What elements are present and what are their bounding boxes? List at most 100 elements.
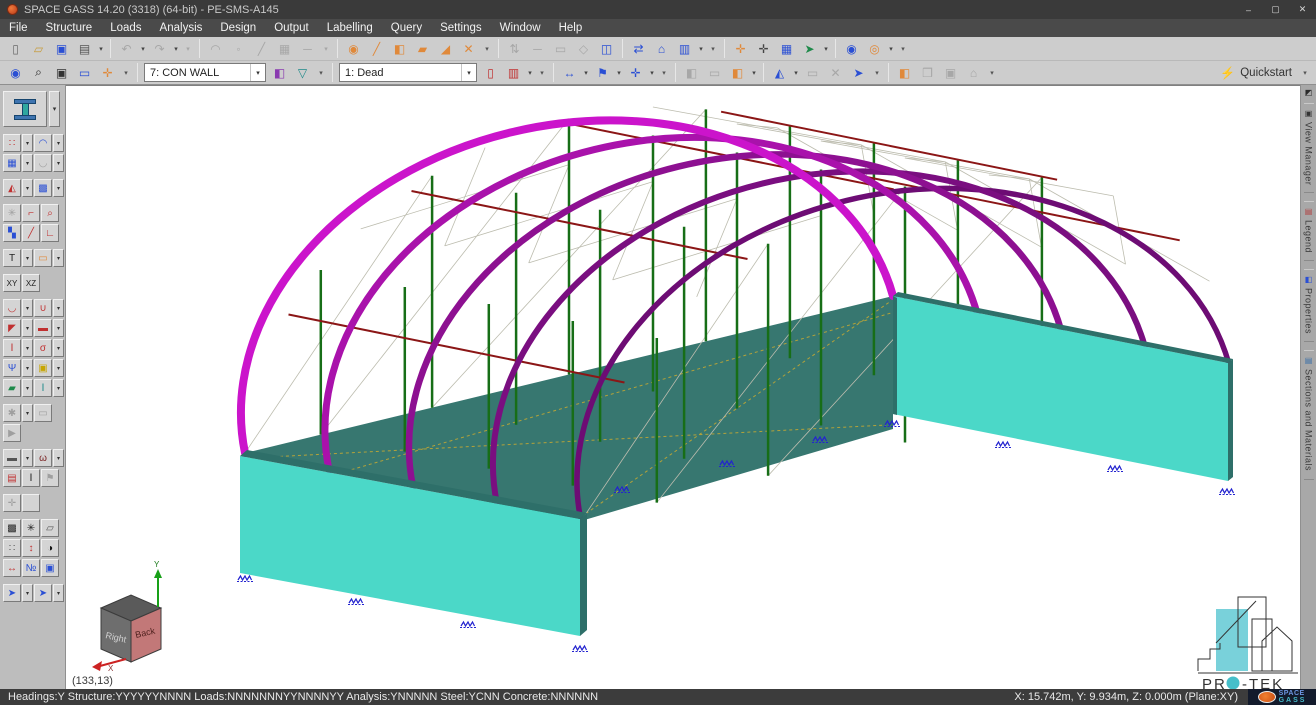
arc-members-dropdown[interactable]: ▾ — [22, 299, 33, 317]
display-shaded-dropdown[interactable]: ▾ — [791, 63, 801, 83]
menu-item-settings[interactable]: Settings — [431, 19, 491, 37]
shrink-members-button[interactable]: ◧ — [894, 63, 915, 83]
menu-item-window[interactable]: Window — [491, 19, 550, 37]
mesh-tool-dropdown[interactable]: ▾ — [53, 179, 64, 197]
beam-dimension-button[interactable]: Ⅰ — [22, 469, 40, 487]
support-posts-button[interactable]: Ψ — [3, 359, 21, 377]
render-toggle-button[interactable]: ◑ — [41, 539, 59, 557]
arches-tool-button[interactable]: ◠ — [34, 134, 52, 152]
pill-tool-button[interactable]: ▬ — [3, 449, 21, 467]
snapshot-button[interactable]: ▣ — [51, 63, 72, 83]
more-filter-dropdown[interactable]: ▾ — [315, 63, 327, 83]
menu-item-design[interactable]: Design — [211, 19, 265, 37]
offset-tool-button[interactable]: ∟ — [41, 224, 59, 242]
menu-item-help[interactable]: Help — [550, 19, 592, 37]
select-cut-button[interactable]: ✕ — [458, 39, 479, 59]
moment-tool-button[interactable]: ω — [34, 449, 52, 467]
wand-orange-button[interactable]: ✛ — [730, 39, 751, 59]
renderer-button[interactable]: ➤ — [799, 39, 820, 59]
new-file-button[interactable]: ▯ — [5, 39, 26, 59]
move-structure-dropdown[interactable]: ▾ — [696, 39, 706, 59]
portal-frame-dropdown[interactable]: ▾ — [53, 299, 64, 317]
more-view-dropdown[interactable]: ▾ — [120, 63, 132, 83]
anchor-tool-dropdown[interactable]: ▾ — [22, 404, 33, 422]
pan-button[interactable]: ✛ — [97, 63, 118, 83]
numbers-toggle-button[interactable]: № — [22, 559, 40, 577]
area-loads-tool-dropdown[interactable]: ▾ — [22, 179, 33, 197]
close-button[interactable]: ✕ — [1289, 1, 1316, 18]
select-members-button[interactable]: ╱ — [366, 39, 387, 59]
moving-load-button[interactable]: ▥ — [503, 63, 524, 83]
paste-properties-button[interactable]: ◎ — [864, 39, 885, 59]
menu-item-loads[interactable]: Loads — [101, 19, 150, 37]
text-tool-button[interactable]: T — [3, 249, 21, 267]
display-shaded-button[interactable]: ◭ — [769, 63, 790, 83]
dimension-tool-button[interactable]: ▭ — [34, 249, 52, 267]
viewport-svg[interactable]: Right Back Y X PR -TEK Local Professiona… — [66, 86, 1300, 690]
spring-supports-button[interactable]: ▣ — [34, 359, 52, 377]
tab-sections-and-materials[interactable]: ▤Sections and Materials — [1304, 350, 1314, 479]
rect-frame-dropdown[interactable]: ▾ — [53, 319, 64, 337]
section-combo[interactable]: 7: CON WALL▾ — [144, 63, 266, 82]
standard-structure-button[interactable]: ⌂ — [651, 39, 672, 59]
dimension-tool-dropdown[interactable]: ▾ — [53, 249, 64, 267]
more-panels-dropdown[interactable]: ▾ — [986, 63, 998, 83]
snap-points-button[interactable]: ✳ — [22, 519, 40, 537]
sections-library-dropdown[interactable]: ▾ — [53, 379, 64, 397]
curves-tool-dropdown[interactable]: ▾ — [53, 154, 64, 172]
more-select-dropdown[interactable]: ▾ — [481, 39, 493, 59]
copy-loads-button[interactable]: ◧ — [727, 63, 748, 83]
zoom-node-tool-button[interactable]: ⌕ — [41, 204, 59, 222]
node-loads-dropdown[interactable]: ▾ — [647, 63, 657, 83]
distributed-loads-dropdown[interactable]: ▾ — [581, 63, 591, 83]
node-loads-button[interactable]: ✛ — [625, 63, 646, 83]
loadcase-combo[interactable]: 1: Dead▾ — [339, 63, 477, 82]
more-loadcase-dropdown[interactable]: ▾ — [536, 63, 548, 83]
orientation-cube[interactable]: Right Back Y X — [92, 560, 162, 673]
copy-loads-dropdown[interactable]: ▾ — [749, 63, 759, 83]
open-file-button[interactable]: ▱ — [28, 39, 49, 59]
plates-library-dropdown[interactable]: ▾ — [22, 379, 33, 397]
menu-item-file[interactable]: File — [0, 19, 37, 37]
select-nodes-button[interactable]: ◉ — [343, 39, 364, 59]
section-layers-button[interactable]: ◧ — [269, 63, 290, 83]
pitched-frame-dropdown[interactable]: ▾ — [22, 319, 33, 337]
redo-dropdown[interactable]: ▾ — [171, 39, 181, 59]
undo-dropdown[interactable]: ▾ — [138, 39, 148, 59]
rect-frame-button[interactable]: ▬ — [34, 319, 52, 337]
beam-members-button[interactable]: Ⅰ — [3, 339, 21, 357]
pill-tool-dropdown[interactable]: ▾ — [22, 449, 33, 467]
save-file-button[interactable]: ▣ — [51, 39, 72, 59]
copy-properties-button[interactable]: ◉ — [841, 39, 862, 59]
find-button[interactable]: ⌕ — [28, 63, 49, 83]
grid-tool-dropdown[interactable]: ▾ — [22, 154, 33, 172]
snap-grid-button[interactable]: ▩ — [3, 519, 21, 537]
loadcase-info-button[interactable]: ▯ — [480, 63, 501, 83]
more-quickstart-dropdown[interactable]: ▾ — [1299, 63, 1311, 83]
filter-button[interactable]: ▽ — [292, 63, 313, 83]
spring-supports-dropdown[interactable]: ▾ — [53, 359, 64, 377]
tab-legend[interactable]: ▤Legend — [1304, 201, 1314, 261]
pointer-tool-button[interactable]: ➤ — [34, 584, 52, 602]
plates-library-button[interactable]: ▰ — [3, 379, 21, 397]
more-loads-dropdown[interactable]: ▾ — [658, 63, 670, 83]
section-shape-dropdown[interactable]: ▾ — [49, 91, 60, 127]
delete-button[interactable]: ◫ — [596, 39, 617, 59]
mesh-tool-button[interactable]: ▩ — [34, 179, 52, 197]
move-structure-button[interactable]: ▥ — [674, 39, 695, 59]
tab-view-manager[interactable]: ▣View Manager — [1304, 103, 1314, 193]
stress-tool-button[interactable]: σ — [34, 339, 52, 357]
load-table-button[interactable]: ▤ — [3, 469, 21, 487]
grid-tool-button[interactable]: ▦ — [3, 154, 21, 172]
viewpoint-button[interactable]: ➤ — [848, 63, 869, 83]
text-tool-dropdown[interactable]: ▾ — [22, 249, 33, 267]
beam-members-dropdown[interactable]: ▾ — [22, 339, 33, 357]
auto-hide-pin-icon[interactable]: ◩ — [1305, 88, 1313, 97]
bend-tool-button[interactable]: ⌐ — [22, 204, 40, 222]
info-tool-dropdown[interactable]: ▾ — [22, 584, 33, 602]
supports-tool-button[interactable]: ▚ — [3, 224, 21, 242]
dimension-10-button[interactable]: ↔ — [3, 559, 21, 577]
pointer-tool-dropdown[interactable]: ▾ — [53, 584, 64, 602]
arches-tool-dropdown[interactable]: ▾ — [53, 134, 64, 152]
arc-members-button[interactable]: ◡ — [3, 299, 21, 317]
